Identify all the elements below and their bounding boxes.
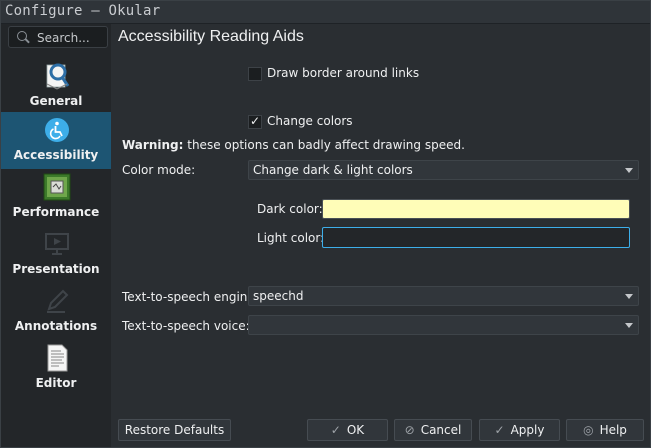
change-colors-label[interactable]: Change colors [267,114,353,128]
pen-icon [47,289,69,313]
sidebar: Search... General Accessibility Performa… [1,24,111,447]
color-mode-select[interactable]: Change dark & light colors [248,160,639,180]
okular-app-icon [46,63,70,90]
sidebar-item-label: Performance [12,205,100,219]
chevron-down-icon [625,323,633,328]
title-bar[interactable]: Configure — Okular [1,1,650,24]
apply-button[interactable]: ✓ Apply [479,419,560,441]
tts-engine-select[interactable]: speechd [248,286,639,306]
dark-color-button[interactable] [322,199,630,219]
cancel-label: Cancel [420,423,462,437]
sidebar-item-annotations[interactable]: Annotations [1,283,111,340]
restore-defaults-button[interactable]: Restore Defaults [118,419,231,441]
dark-color-label: Dark color: [257,202,323,216]
page-title: Accessibility Reading Aids [118,28,304,45]
sidebar-item-performance[interactable]: Performance [1,169,111,226]
sidebar-item-label: General [29,94,83,108]
help-icon: ◎ [583,423,594,437]
change-colors-checkbox[interactable] [248,114,262,129]
apply-label: Apply [510,423,545,437]
draw-border-checkbox[interactable] [248,67,262,81]
ok-label: OK [346,423,365,437]
document-text-icon [47,344,68,372]
sidebar-item-editor[interactable]: Editor [1,340,111,397]
light-color-button[interactable] [322,227,630,248]
tts-voice-label: Text-to-speech voice: [122,319,250,333]
window-title: Configure — Okular [5,3,161,19]
chevron-down-icon [625,168,633,173]
check-icon: ✓ [330,423,341,437]
sidebar-item-presentation[interactable]: Presentation [1,226,111,283]
help-button[interactable]: ◎ Help [566,419,644,441]
chip-icon [43,173,71,201]
presentation-screen-icon [45,233,69,255]
sidebar-item-label: Accessibility [13,148,99,162]
help-label: Help [599,423,627,437]
sidebar-item-label: Editor [35,376,77,390]
warning-message: these options can badly affect drawing s… [187,138,465,152]
sidebar-item-accessibility[interactable]: Accessibility [1,112,111,169]
tts-voice-select[interactable] [248,315,639,335]
search-placeholder: Search... [37,31,90,45]
cancel-button[interactable]: ⊘ Cancel [394,419,472,441]
ok-button[interactable]: ✓ OK [307,419,388,441]
check-icon: ✓ [494,423,505,437]
warning-text: Warning: these options can badly affect … [122,138,465,152]
chevron-down-icon [625,294,633,299]
configure-window: Configure — Okular Search... General Acc… [0,0,651,448]
sidebar-item-label: Annotations [14,319,98,333]
color-mode-label: Color mode: [122,163,196,177]
cancel-icon: ⊘ [404,423,415,437]
draw-border-label[interactable]: Draw border around links [267,66,419,80]
sidebar-item-general[interactable]: General [1,58,111,115]
warning-bold: Warning: [122,138,184,152]
search-input[interactable]: Search... [8,26,108,48]
search-icon [17,31,27,41]
restore-defaults-label: Restore Defaults [124,423,225,437]
tts-engine-label: Text-to-speech engine: [122,290,259,304]
light-color-label: Light color: [257,231,325,245]
sidebar-item-label: Presentation [12,262,100,276]
tts-engine-value: speechd [253,289,304,303]
color-mode-value: Change dark & light colors [253,163,413,177]
accessibility-icon [45,118,69,142]
